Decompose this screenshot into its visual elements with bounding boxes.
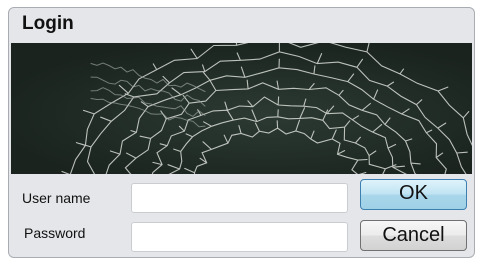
- cancel-button[interactable]: Cancel: [360, 220, 467, 251]
- login-dialog: Login User name Password OK Cancel: [8, 7, 475, 258]
- password-label: Password: [24, 225, 86, 241]
- password-input[interactable]: [132, 223, 347, 251]
- user-name-input[interactable]: [132, 184, 347, 212]
- user-name-label: User name: [22, 190, 91, 206]
- password-field[interactable]: [131, 222, 348, 252]
- user-name-field[interactable]: [131, 183, 348, 213]
- ok-button[interactable]: OK: [360, 179, 467, 210]
- dialog-title: Login: [22, 13, 74, 34]
- helix-illustration: [11, 43, 472, 174]
- banner-image: [11, 43, 472, 174]
